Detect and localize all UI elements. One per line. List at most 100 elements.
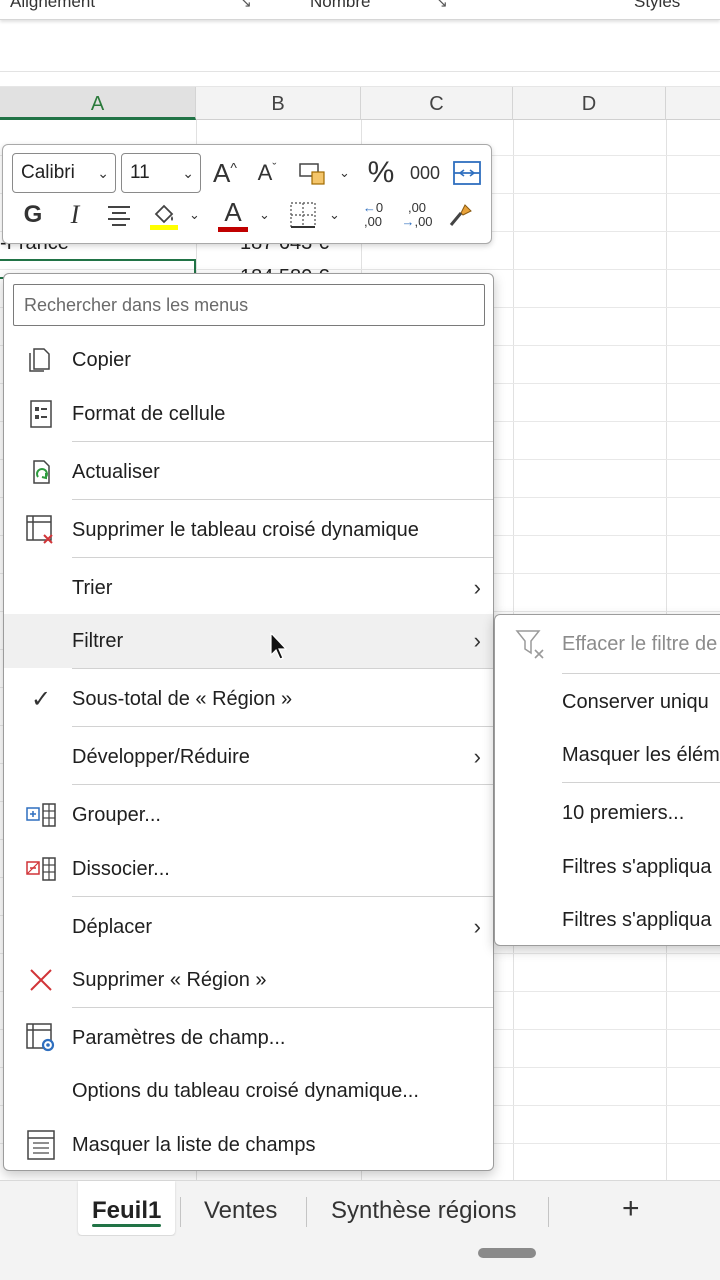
menu-item-delete-pivot[interactable]: Supprimer le tableau croisé dynamique	[4, 503, 493, 557]
submenu-item-label: 10 premiers...	[562, 802, 685, 824]
paint-bucket-icon	[150, 204, 178, 230]
menu-item-hide-field-list[interactable]: Masquer la liste de champs	[4, 1118, 493, 1170]
submenu-item-hide-selected[interactable]: Masquer les élém	[495, 728, 720, 782]
menu-item-label: Sous-total de « Région »	[72, 688, 293, 710]
column-header-b[interactable]: B	[196, 87, 361, 120]
format-painter-icon	[449, 204, 472, 226]
font-color-button[interactable]: A	[213, 195, 253, 235]
number-format-button[interactable]	[293, 153, 333, 193]
decrease-decimal-button[interactable]: ,00 →,00	[397, 195, 437, 235]
submenu-item-top-10[interactable]: 10 premiers...	[495, 786, 720, 840]
percent-style-button[interactable]: %	[361, 153, 401, 193]
menu-item-copy[interactable]: Copier	[4, 333, 493, 387]
wrap-text-icon	[453, 161, 481, 185]
grow-font-icon: A^	[213, 157, 237, 188]
italic-button[interactable]: I	[55, 195, 95, 235]
number-launcher-icon[interactable]: ↘	[436, 0, 448, 11]
ungroup-icon	[24, 853, 58, 885]
submenu-item-keep-only[interactable]: Conserver uniqu	[495, 675, 720, 729]
filter-submenu: Effacer le filtre de Conserver uniqu Mas…	[494, 614, 720, 946]
menu-item-label: Copier	[72, 349, 131, 371]
menu-item-label: Filtrer	[72, 630, 124, 652]
menu-item-label: Grouper...	[72, 804, 161, 826]
format-painter-button[interactable]	[441, 195, 481, 235]
sheet-tab-ventes[interactable]: Ventes	[204, 1181, 277, 1237]
alignment-launcher-icon[interactable]: ↘	[240, 0, 252, 11]
submenu-item-label-filters[interactable]: Filtres s'appliqua	[495, 840, 720, 894]
font-name-dropdown[interactable]: Calibri ⌄	[12, 153, 116, 193]
mini-toolbar: Calibri ⌄ 11 ⌄ A^ Aˇ ⌄ % 000 G I ⌄ A ⌄ ⌄…	[2, 144, 492, 244]
menu-item-format-cells[interactable]: Format de cellule	[4, 387, 493, 441]
ribbon-group-alignment: Alignement	[10, 0, 96, 11]
chevron-right-icon: ›	[473, 628, 481, 653]
chevron-down-icon[interactable]: ⌄	[259, 207, 270, 223]
formula-bar[interactable]	[0, 34, 720, 72]
align-center-button[interactable]	[99, 195, 139, 235]
fill-color-button[interactable]	[143, 195, 183, 235]
submenu-item-label: Filtres s'appliqua	[562, 909, 712, 931]
menu-item-group[interactable]: Grouper...	[4, 788, 493, 842]
chevron-right-icon: ›	[473, 914, 481, 939]
refresh-icon	[24, 456, 58, 488]
menu-item-label: Déplacer	[72, 916, 153, 938]
column-header-c[interactable]: C	[361, 87, 513, 120]
remove-x-icon	[24, 964, 58, 996]
increase-decimal-button[interactable]: ←0,00	[353, 195, 393, 235]
borders-button[interactable]	[283, 195, 323, 235]
wrap-text-button[interactable]	[447, 153, 487, 193]
group-icon	[24, 799, 58, 831]
submenu-item-label: Masquer les élém	[562, 744, 720, 766]
delete-pivot-icon	[24, 514, 58, 546]
menu-item-refresh[interactable]: Actualiser	[4, 445, 493, 499]
menu-search-input[interactable]: Rechercher dans les menus	[13, 284, 485, 326]
menu-item-label: Supprimer « Région »	[72, 969, 267, 991]
context-menu: Rechercher dans les menus Copier Format …	[3, 273, 494, 1171]
menu-item-field-settings[interactable]: Paramètres de champ...	[4, 1011, 493, 1065]
font-size-value: 11	[130, 162, 150, 183]
menu-item-label: Trier	[72, 577, 113, 599]
column-header-d[interactable]: D	[513, 87, 666, 120]
menu-item-label: Dissocier...	[72, 858, 170, 880]
font-size-dropdown[interactable]: 11 ⌄	[121, 153, 201, 193]
submenu-item-clear-filter[interactable]: Effacer le filtre de	[495, 617, 720, 671]
menu-item-move[interactable]: Déplacer ›	[4, 900, 493, 954]
decrease-font-size-button[interactable]: Aˇ	[247, 153, 287, 193]
menu-item-expand-collapse[interactable]: Développer/Réduire ›	[4, 730, 493, 784]
increase-font-size-button[interactable]: A^	[205, 153, 245, 193]
field-settings-icon	[24, 1022, 58, 1054]
column-header-a[interactable]: A	[0, 87, 196, 120]
chevron-down-icon[interactable]: ⌄	[329, 207, 340, 223]
field-list-icon	[24, 1129, 58, 1161]
sheet-tab-feuil1[interactable]: Feuil1	[78, 1181, 176, 1235]
shrink-font-icon: Aˇ	[257, 160, 277, 185]
menu-item-remove-field[interactable]: Supprimer « Région »	[4, 953, 493, 1007]
sheet-tab-bar: Feuil1 Ventes Synthèse régions +	[0, 1180, 720, 1236]
menu-item-label: Actualiser	[72, 461, 160, 483]
chevron-right-icon: ›	[473, 744, 481, 769]
sheet-tab-synthese-regions[interactable]: Synthèse régions	[331, 1181, 516, 1237]
menu-item-sort[interactable]: Trier ›	[4, 561, 493, 615]
add-sheet-button[interactable]: +	[622, 1181, 640, 1237]
menu-item-subtotal[interactable]: ✓ Sous-total de « Région »	[4, 672, 493, 726]
submenu-item-label: Effacer le filtre de	[562, 633, 718, 655]
submenu-item-label: Filtres s'appliqua	[562, 856, 712, 878]
clear-filter-icon	[515, 628, 547, 665]
submenu-item-label: Conserver uniqu	[562, 691, 709, 713]
menu-item-pivot-options[interactable]: Options du tableau croisé dynamique...	[4, 1064, 493, 1118]
menu-item-filter[interactable]: Filtrer ›	[4, 614, 493, 668]
decrease-decimal-icon: ,00 →,00	[401, 200, 433, 229]
bottom-bar	[0, 1236, 720, 1280]
submenu-item-value-filters[interactable]: Filtres s'appliqua	[495, 893, 720, 945]
bold-button[interactable]: G	[13, 195, 53, 235]
menu-item-ungroup[interactable]: Dissocier...	[4, 842, 493, 896]
ribbon-group-number: Nombre	[310, 0, 371, 11]
menu-item-label: Développer/Réduire	[72, 746, 250, 768]
home-indicator[interactable]	[478, 1248, 536, 1258]
chevron-down-icon[interactable]: ⌄	[189, 207, 200, 223]
menu-item-label: Supprimer le tableau croisé dynamique	[72, 519, 419, 541]
chevron-down-icon[interactable]: ⌄	[339, 165, 350, 181]
thousands-separator-button[interactable]: 000	[405, 153, 445, 193]
menu-item-label: Format de cellule	[72, 403, 226, 425]
chevron-right-icon: ›	[473, 575, 481, 600]
ribbon: Alignement ↘ Nombre ↘ Styles	[0, 0, 720, 20]
